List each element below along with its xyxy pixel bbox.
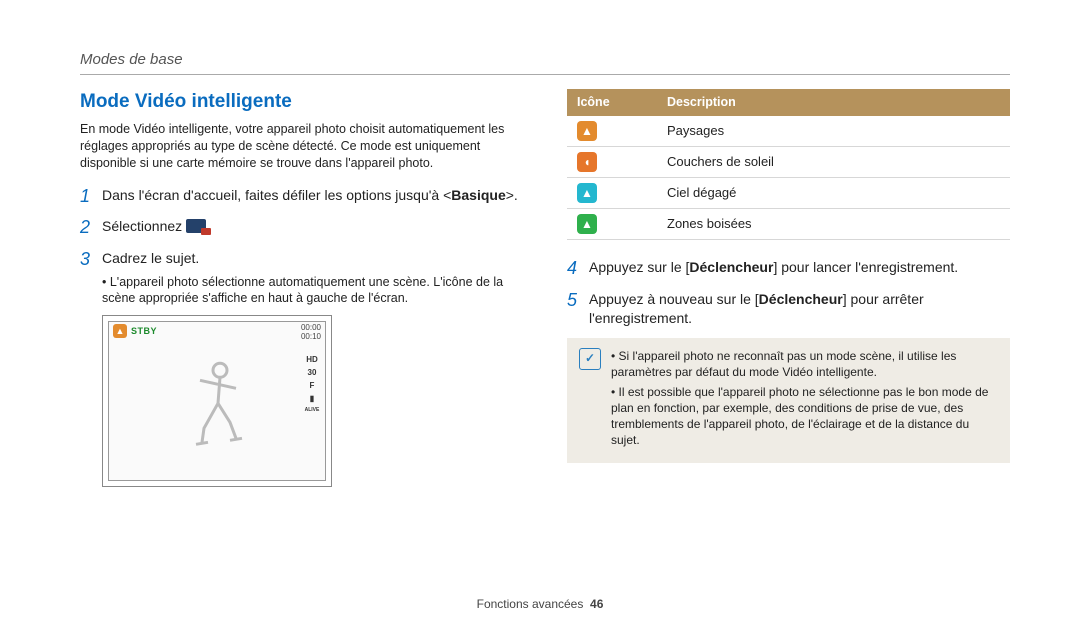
- step-4: 4 Appuyez sur le [Déclencheur] pour lanc…: [567, 258, 1010, 280]
- stby-label: STBY: [131, 325, 157, 337]
- mic-icon: ▮: [310, 395, 314, 403]
- step-text: Appuyez à nouveau sur le [: [589, 291, 759, 307]
- alive-icon: ALIVE: [305, 408, 320, 413]
- note-item: Si l'appareil photo ne reconnaît pas un …: [611, 348, 998, 380]
- th-icon: Icône: [567, 89, 657, 116]
- step-number: 1: [80, 186, 102, 208]
- step-2: 2 Sélectionnez .: [80, 217, 523, 239]
- scene-icon: ▲: [113, 324, 127, 338]
- f-icon: F: [310, 382, 315, 390]
- step-number: 4: [567, 258, 589, 280]
- sunset-icon: ◖: [577, 152, 597, 172]
- table-row: ▲ Zones boisées: [567, 209, 1010, 240]
- step-5: 5 Appuyez à nouveau sur le [Déclencheur]…: [567, 290, 1010, 328]
- footer-label: Fonctions avancées: [477, 597, 584, 611]
- note-icon: ✓: [579, 348, 601, 370]
- step-text: ] pour lancer l'enregistrement.: [773, 259, 958, 275]
- step-text: Dans l'écran d'accueil, faites défiler l…: [102, 187, 451, 203]
- step-text: Appuyez sur le [: [589, 259, 689, 275]
- clock-time: 00:10: [301, 333, 321, 342]
- step-text: >.: [506, 187, 518, 203]
- clear-sky-icon: ▲: [577, 183, 597, 203]
- step-number: 5: [567, 290, 589, 328]
- page-footer: Fonctions avancées 46: [0, 596, 1080, 612]
- cell-desc: Paysages: [657, 116, 1010, 147]
- camera-screen-illustration: ▲ STBY 00:00 00:10 HD 30: [102, 315, 332, 487]
- breadcrumb: Modes de base: [80, 50, 1010, 70]
- step-bold: Basique: [451, 187, 505, 203]
- footer-page: 46: [590, 597, 603, 611]
- hd-icon: HD: [306, 356, 318, 364]
- step-number: 3: [80, 249, 102, 488]
- fps-icon: 30: [308, 369, 317, 377]
- table-row: ▲ Ciel dégagé: [567, 178, 1010, 209]
- scene-icon-table: Icône Description ▲ Paysages ◖ Couchers …: [567, 89, 1010, 240]
- note-item: Il est possible que l'appareil photo ne …: [611, 384, 998, 449]
- cell-desc: Couchers de soleil: [657, 147, 1010, 178]
- table-row: ◖ Couchers de soleil: [567, 147, 1010, 178]
- wooded-icon: ▲: [577, 214, 597, 234]
- smart-video-mode-icon: [186, 219, 206, 233]
- left-column: Mode Vidéo intelligente En mode Vidéo in…: [80, 89, 523, 497]
- th-desc: Description: [657, 89, 1010, 116]
- step-subbullet: L'appareil photo sélectionne automatique…: [102, 274, 523, 308]
- cell-desc: Ciel dégagé: [657, 178, 1010, 209]
- subject-silhouette: [182, 359, 252, 454]
- cell-desc: Zones boisées: [657, 209, 1010, 240]
- landscape-icon: ▲: [577, 121, 597, 141]
- step-text: Cadrez le sujet.: [102, 250, 199, 266]
- step-bold: Déclencheur: [759, 291, 843, 307]
- table-row: ▲ Paysages: [567, 116, 1010, 147]
- step-text: Sélectionnez: [102, 218, 186, 234]
- note-box: ✓ Si l'appareil photo ne reconnaît pas u…: [567, 338, 1010, 463]
- divider: [80, 74, 1010, 75]
- right-column: Icône Description ▲ Paysages ◖ Couchers …: [567, 89, 1010, 497]
- step-number: 2: [80, 217, 102, 239]
- page-title: Mode Vidéo intelligente: [80, 89, 523, 115]
- step-3: 3 Cadrez le sujet. L'appareil photo séle…: [80, 249, 523, 488]
- step-1: 1 Dans l'écran d'accueil, faites défiler…: [80, 186, 523, 208]
- step-bold: Déclencheur: [689, 259, 773, 275]
- intro-text: En mode Vidéo intelligente, votre appare…: [80, 121, 523, 172]
